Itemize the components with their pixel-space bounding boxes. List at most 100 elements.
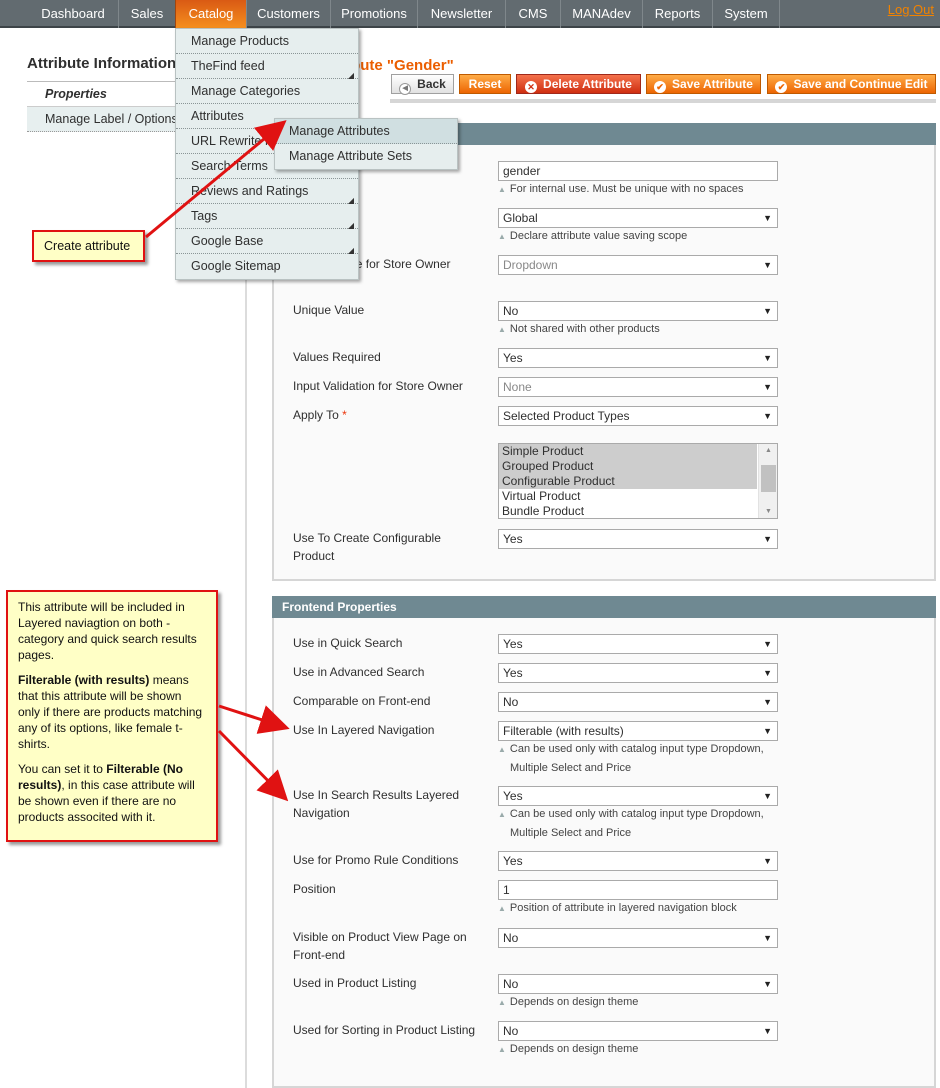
values-required-label: Values Required — [293, 350, 381, 364]
apply-to-label: Apply To * — [293, 406, 483, 424]
menu-item-label: Manage Categories — [191, 84, 301, 98]
menu-item-thefind-feed[interactable]: TheFind feed ◢ — [176, 54, 358, 80]
nav-dashboard[interactable]: Dashboard — [28, 0, 118, 28]
menu-item-manage-categories[interactable]: Manage Categories — [176, 79, 358, 104]
create-attribute-callout: Create attribute — [32, 230, 145, 262]
apply-to-select[interactable]: Selected Product Types ▼ — [498, 406, 778, 426]
input-type-select[interactable]: Dropdown ▼ — [498, 255, 778, 275]
product-listing-select[interactable]: No ▼ — [498, 974, 778, 994]
delete-attribute-button[interactable]: ✕ Delete Attribute — [516, 74, 641, 94]
comparable-select[interactable]: No ▼ — [498, 692, 778, 712]
search-layered-navigation-note: ▲ Can be used only with catalog input typ… — [498, 805, 778, 842]
dropdown-arrow-icon: ▼ — [763, 639, 772, 649]
search-layered-navigation-label: Use In Search Results Layered Navigation — [293, 788, 460, 820]
logout-link[interactable]: Log Out — [888, 2, 934, 17]
configurable-select[interactable]: Yes ▼ — [498, 529, 778, 549]
delete-button-label: Delete Attribute — [543, 77, 632, 91]
callout-paragraph: This attribute will be included in Layer… — [18, 600, 197, 662]
callout-bold: Filterable (with results) — [18, 673, 150, 687]
product-type-option[interactable]: Simple Product — [499, 444, 757, 459]
scroll-down-icon[interactable]: ▼ — [759, 508, 777, 515]
product-listing-label: Used in Product Listing — [293, 976, 417, 990]
nav-promotions[interactable]: Promotions — [330, 0, 417, 28]
nav-newsletter[interactable]: Newsletter — [417, 0, 505, 28]
scope-note: ▲ Declare attribute value saving scope — [498, 227, 778, 246]
product-type-option[interactable]: Virtual Product — [499, 489, 757, 504]
promo-rule-label: Use for Promo Rule Conditions — [293, 853, 459, 867]
reset-button[interactable]: Reset — [459, 74, 511, 94]
note-triangle-icon: ▲ — [498, 904, 506, 913]
nav-reports[interactable]: Reports — [642, 0, 712, 28]
note-text: Position of attribute in layered navigat… — [509, 902, 737, 914]
dropdown-arrow-icon: ▼ — [763, 306, 772, 316]
callout-text: You can set it to — [18, 762, 107, 776]
note-triangle-icon: ▲ — [498, 810, 506, 819]
scope-select[interactable]: Global ▼ — [498, 208, 778, 228]
dropdown-arrow-icon: ▼ — [763, 260, 772, 270]
menu-item-manage-attributes[interactable]: Manage Attributes — [275, 119, 457, 144]
scope-value: Global — [503, 211, 538, 225]
advanced-search-select[interactable]: Yes ▼ — [498, 663, 778, 683]
configurable-label: Use To Create Configurable Product — [293, 531, 441, 563]
search-layered-navigation-select[interactable]: Yes ▼ — [498, 786, 778, 806]
product-types-multiselect[interactable]: Simple Product Grouped Product Configura… — [498, 443, 778, 519]
back-button[interactable]: ◀ Back — [391, 74, 454, 95]
attribute-code-input[interactable]: gender — [498, 161, 778, 181]
unique-value-select[interactable]: No ▼ — [498, 301, 778, 321]
menu-item-manage-products[interactable]: Manage Products — [176, 29, 358, 54]
input-validation-select[interactable]: None ▼ — [498, 377, 778, 397]
nav-system[interactable]: System — [712, 0, 780, 28]
dropdown-arrow-icon: ▼ — [763, 411, 772, 421]
menu-item-tags[interactable]: Tags ◢ — [176, 204, 358, 230]
save-continue-button[interactable]: ✔ Save and Continue Edit — [767, 74, 936, 94]
search-layered-navigation-value: Yes — [503, 789, 523, 803]
menu-item-google-base[interactable]: Google Base ◢ — [176, 229, 358, 255]
product-type-option[interactable]: Bundle Product — [499, 504, 757, 518]
menu-item-google-sitemap[interactable]: Google Sitemap — [176, 254, 358, 279]
visible-product-view-select[interactable]: No ▼ — [498, 928, 778, 948]
product-type-option[interactable]: Grouped Product — [499, 459, 757, 474]
menu-item-label: Google Base — [191, 234, 264, 248]
dropdown-arrow-icon: ▼ — [763, 382, 772, 392]
back-button-label: Back — [417, 77, 446, 91]
layered-navigation-select[interactable]: Filterable (with results) ▼ — [498, 721, 778, 741]
product-type-option[interactable]: Configurable Product — [499, 474, 757, 489]
note-text: Can be used only with catalog input type… — [509, 743, 764, 774]
multiselect-scrollbar[interactable]: ▲ ▼ — [758, 444, 777, 518]
note-triangle-icon: ▲ — [498, 998, 506, 1007]
promo-rule-select[interactable]: Yes ▼ — [498, 851, 778, 871]
nav-catalog[interactable]: Catalog — [175, 0, 246, 28]
menu-item-label: Attributes — [191, 109, 244, 123]
nav-customers[interactable]: Customers — [246, 0, 330, 28]
menu-item-label: Manage Products — [191, 34, 289, 48]
frontend-properties-header: Frontend Properties — [272, 596, 936, 618]
sorting-select[interactable]: No ▼ — [498, 1021, 778, 1041]
scroll-up-icon[interactable]: ▲ — [759, 447, 777, 454]
menu-item-reviews-ratings[interactable]: Reviews and Ratings ◢ — [176, 179, 358, 205]
note-triangle-icon: ▲ — [498, 745, 506, 754]
note-text: Depends on design theme — [509, 1043, 639, 1055]
save-attribute-button[interactable]: ✔ Save Attribute — [646, 74, 761, 94]
input-validation-value: None — [503, 380, 532, 394]
quick-search-select[interactable]: Yes ▼ — [498, 634, 778, 654]
sorting-value: No — [503, 1024, 519, 1038]
nav-cms[interactable]: CMS — [505, 0, 560, 28]
nav-sales[interactable]: Sales — [118, 0, 175, 28]
scrollbar-thumb[interactable] — [761, 465, 776, 492]
menu-item-manage-attribute-sets[interactable]: Manage Attribute Sets — [275, 144, 457, 169]
product-listing-note: ▲ Depends on design theme — [498, 993, 778, 1012]
values-required-select[interactable]: Yes ▼ — [498, 348, 778, 368]
visible-product-view-label: Visible on Product View Page on Front-en… — [293, 930, 467, 962]
nav-manadev[interactable]: MANAdev — [560, 0, 642, 28]
position-input[interactable]: 1 — [498, 880, 778, 900]
position-note: ▲ Position of attribute in layered naviga… — [498, 899, 778, 918]
attribute-code-note: ▲ For internal use. Must be unique with n… — [498, 180, 778, 199]
callout-paragraph: Filterable (with results) means that thi… — [18, 672, 206, 752]
comparable-label: Comparable on Front-end — [293, 694, 431, 708]
promo-rule-value: Yes — [503, 854, 523, 868]
apply-to-value: Selected Product Types — [503, 409, 630, 423]
header-rule — [390, 99, 936, 103]
layered-navigation-label: Use In Layered Navigation — [293, 723, 435, 737]
sidebar-title: Attribute Information — [27, 55, 177, 72]
dropdown-arrow-icon: ▼ — [763, 726, 772, 736]
